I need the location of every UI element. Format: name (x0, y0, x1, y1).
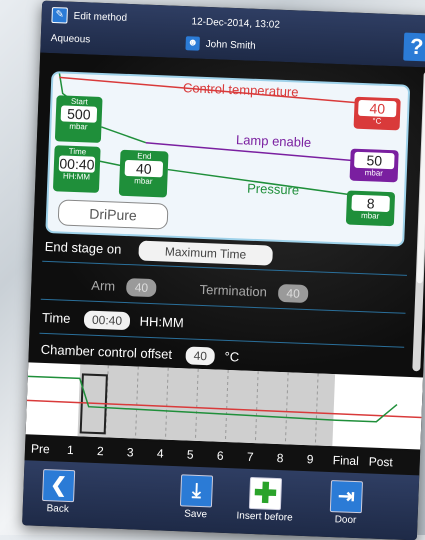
save-download-icon: ⤓ (179, 474, 214, 508)
time-row-label: Time (41, 309, 71, 326)
method-name: Aqueous (50, 32, 91, 46)
control-temperature-value: 40 (358, 99, 397, 118)
arm-row: Arm 40 Termination 40 (91, 277, 309, 304)
pressure-unit: mbar (360, 211, 380, 221)
insert-before-label: Insert before (236, 510, 293, 524)
lamp-enable-label: Lamp enable (235, 132, 312, 151)
door-label: Door (334, 514, 357, 527)
termination-label: Termination (199, 281, 268, 300)
time-row: Time 00:40 HH:MM (42, 309, 184, 332)
door-icon: ⇥ (329, 480, 364, 514)
stage-pre[interactable]: Pre (31, 442, 50, 457)
chamber-offset-row: Chamber control offset 40 °C (40, 341, 239, 367)
stage-1[interactable]: 1 (67, 443, 74, 457)
time-field[interactable]: 00:40 (83, 310, 131, 331)
title-group: ✎ Edit method (51, 6, 128, 26)
user-icon: ☻ (185, 36, 200, 51)
scrollbar[interactable] (412, 71, 425, 372)
pressure-label: Pressure (246, 180, 300, 198)
time-box[interactable]: Time 00:40 HH:MM (52, 145, 101, 193)
back-button[interactable]: ❮ Back (33, 468, 85, 516)
user-info: ☻ John Smith (185, 36, 256, 53)
end-unit: mbar (134, 176, 153, 186)
control-temperature-box[interactable]: 40 °C (353, 96, 401, 131)
stage-post[interactable]: Post (369, 454, 394, 469)
timeline-graph (26, 364, 422, 447)
arm-label: Arm (91, 277, 116, 294)
end-box[interactable]: End 40 mbar (118, 149, 169, 198)
window-title: Edit method (73, 10, 128, 24)
chamber-offset-unit: °C (224, 348, 240, 365)
pressure-box[interactable]: 8 mbar (345, 190, 396, 227)
stage-4[interactable]: 4 (157, 446, 164, 460)
stage-8[interactable]: 8 (277, 451, 284, 465)
lamp-enable-value: 50 (354, 151, 395, 170)
scroll-thumb[interactable] (416, 73, 425, 284)
stage-2[interactable]: 2 (97, 444, 104, 458)
datetime: 12-Dec-2014, 13:02 (191, 16, 281, 31)
time-value: 00:40 (58, 155, 96, 173)
termination-field[interactable]: 40 (278, 283, 309, 304)
user-name: John Smith (205, 38, 256, 52)
start-value: 500 (60, 105, 98, 123)
end-stage-label: End stage on (44, 238, 122, 257)
stage-6[interactable]: 6 (217, 449, 224, 463)
back-label: Back (46, 503, 70, 516)
method-diagram: Control temperature 40 °C Start 500 mbar… (45, 71, 411, 247)
edit-icon: ✎ (51, 6, 68, 24)
insert-before-button[interactable]: ✚ Insert before (227, 476, 303, 524)
chamber-offset-field[interactable]: 40 (185, 346, 216, 366)
chamber-offset-label: Chamber control offset (40, 341, 173, 362)
start-box[interactable]: Start 500 mbar (54, 95, 103, 143)
stage-5[interactable]: 5 (187, 448, 194, 462)
bottom-toolbar: ❮ Back ⤓ Save ✚ Insert before ⇥ Door (22, 460, 420, 540)
control-temperature-unit: °C (372, 116, 382, 126)
door-button[interactable]: ⇥ Door (320, 480, 372, 527)
plus-icon: ✚ (248, 476, 283, 511)
save-button[interactable]: ⤓ Save (170, 474, 222, 521)
back-arrow-icon: ❮ (42, 468, 76, 503)
stage-9[interactable]: 9 (307, 452, 314, 466)
stage-3[interactable]: 3 (127, 445, 134, 459)
arm-field[interactable]: 40 (126, 278, 157, 298)
pressure-value: 8 (351, 194, 390, 213)
main-panel: Control temperature 40 °C Start 500 mbar… (28, 52, 425, 378)
device-screen: ✎ Edit method 12-Dec-2014, 13:02 Aqueous… (22, 0, 425, 540)
end-value: 40 (124, 159, 164, 178)
time-row-unit: HH:MM (139, 313, 184, 331)
time-unit: HH:MM (62, 171, 91, 182)
end-stage-select[interactable]: Maximum Time (138, 240, 273, 266)
stage-final[interactable]: Final (333, 453, 360, 468)
dripure-button[interactable]: DriPure (57, 199, 169, 230)
lamp-enable-unit: mbar (364, 168, 384, 178)
help-button[interactable]: ? (403, 32, 425, 62)
start-unit: mbar (69, 121, 88, 132)
stage-timeline[interactable] (25, 362, 424, 450)
stage-7[interactable]: 7 (247, 450, 254, 464)
lamp-enable-box[interactable]: 50 mbar (349, 148, 399, 183)
save-label: Save (184, 508, 208, 521)
